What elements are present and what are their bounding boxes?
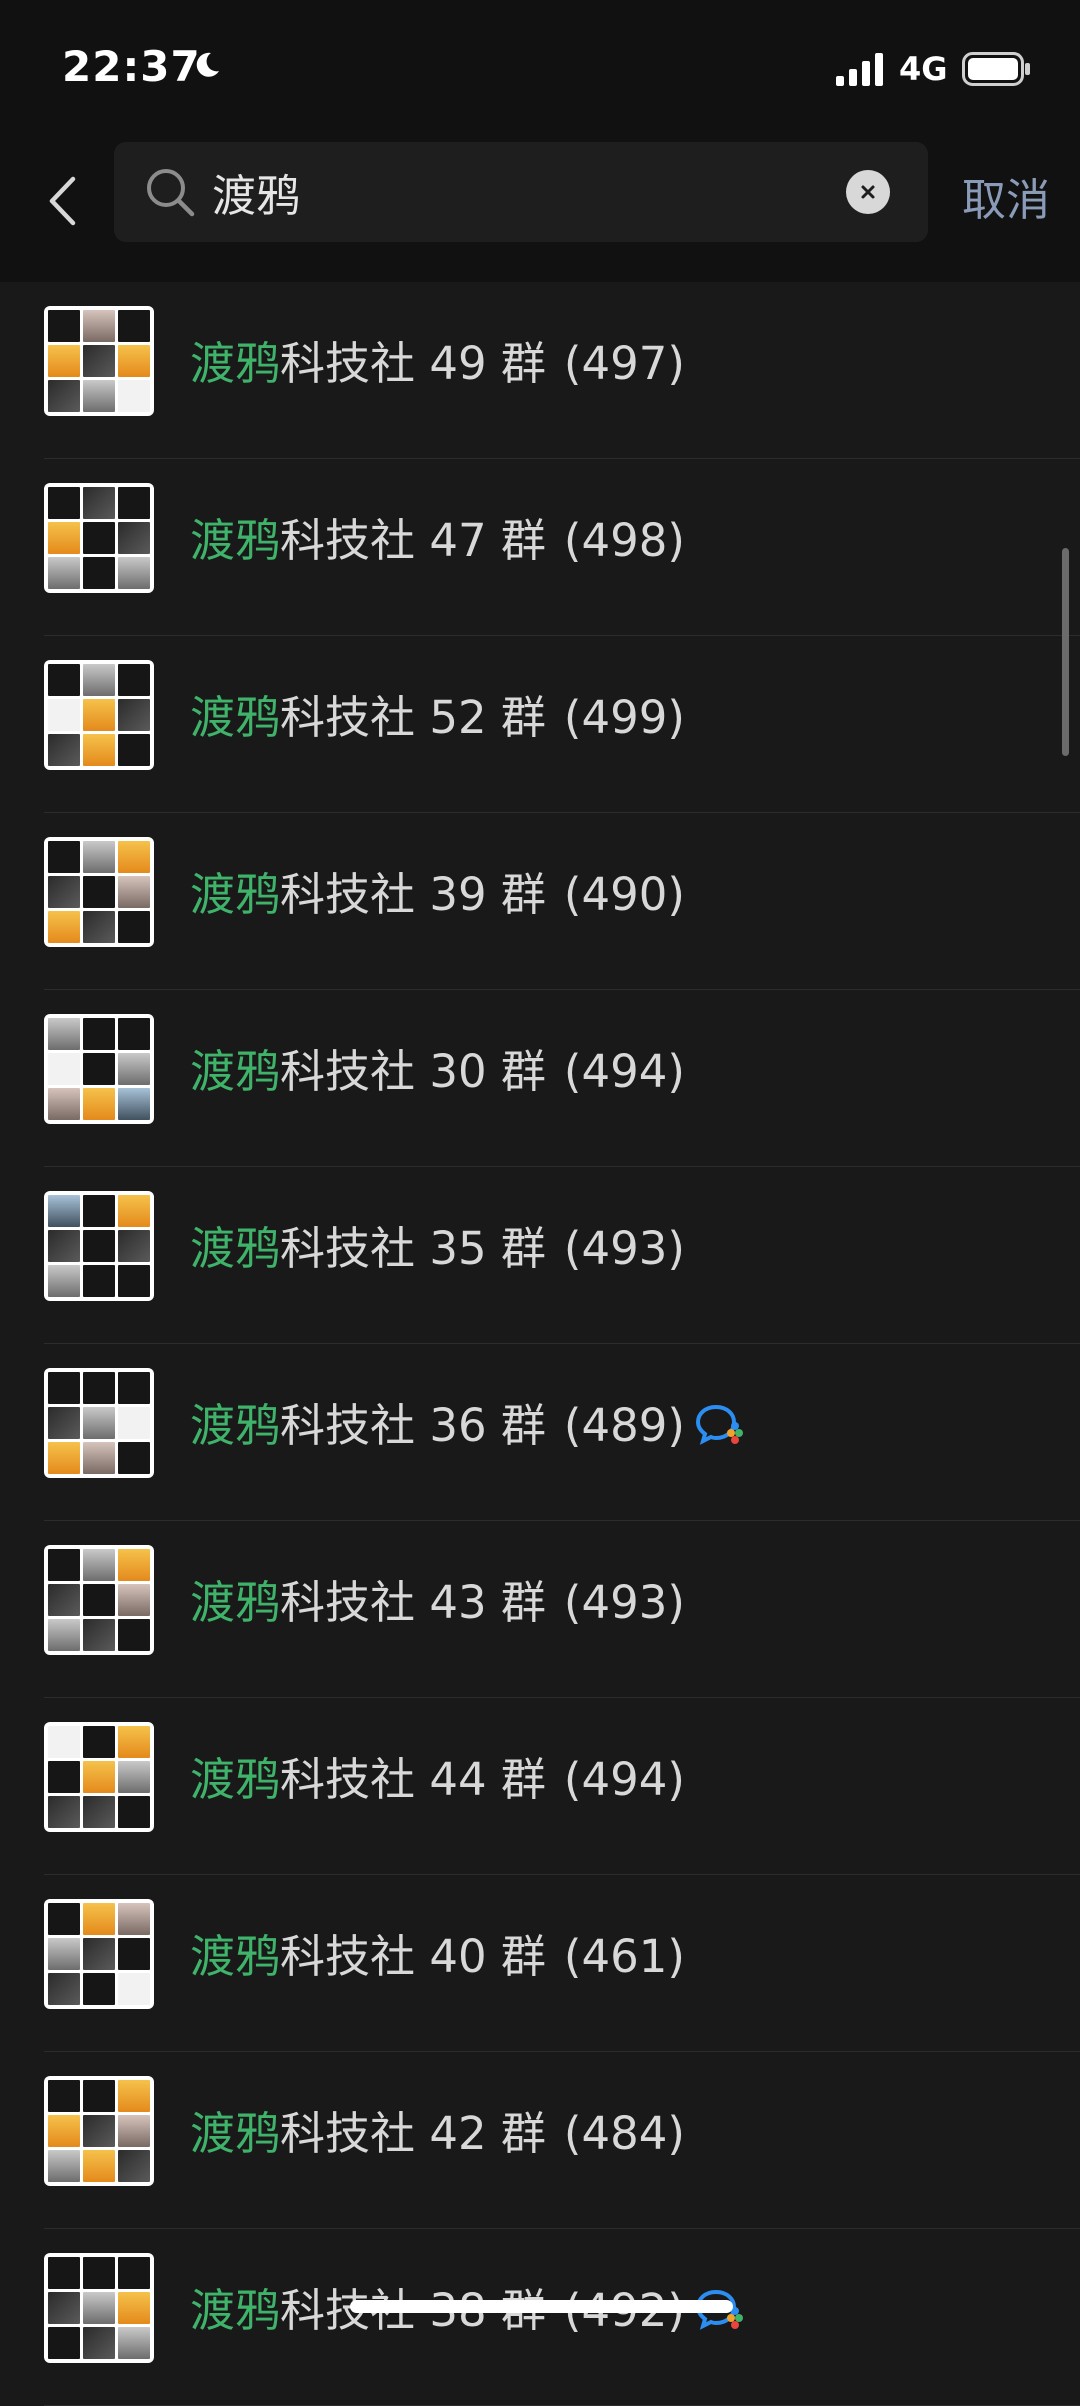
highlighted-keyword: 渡鸦 <box>190 1930 281 1983</box>
group-result-row[interactable]: 渡鸦科技社 49 群 (497) <box>0 282 1080 459</box>
group-name-text: 科技社 52 群 <box>280 691 546 744</box>
group-avatar <box>44 1545 154 1655</box>
group-avatar <box>44 2076 154 2186</box>
member-count: (494) <box>563 1045 685 1098</box>
highlighted-keyword: 渡鸦 <box>190 1399 281 1452</box>
search-input[interactable] <box>212 158 832 226</box>
group-result-row[interactable]: 渡鸦科技社 47 群 (498) <box>0 459 1080 636</box>
highlighted-keyword: 渡鸦 <box>190 1222 281 1275</box>
moon-icon <box>196 52 219 77</box>
group-name-text: 科技社 36 群 <box>280 1399 546 1452</box>
group-name: 渡鸦科技社 40 群 (461) <box>190 1927 685 1987</box>
member-count: (493) <box>563 1576 685 1629</box>
search-results-list: 渡鸦科技社 49 群 (497) 渡鸦科技社 47 群 (498) 渡鸦科技社 52… <box>0 282 1080 2406</box>
member-count: (498) <box>563 514 685 567</box>
status-bar: 22:37 4G <box>0 0 1080 140</box>
group-avatar <box>44 483 154 593</box>
member-count: (484) <box>563 2107 685 2160</box>
group-result-row[interactable]: 渡鸦科技社 52 群 (499) <box>0 636 1080 813</box>
member-count: (499) <box>563 691 685 744</box>
cancel-button[interactable]: 取消 <box>962 164 1050 228</box>
group-result-row[interactable]: 渡鸦科技社 39 群 (490) <box>0 813 1080 990</box>
back-icon <box>49 176 76 226</box>
group-avatar <box>44 1368 154 1478</box>
member-count: (490) <box>563 868 685 921</box>
search-box[interactable] <box>114 142 928 242</box>
group-name: 渡鸦科技社 39 群 (490) <box>190 865 685 925</box>
highlighted-keyword: 渡鸦 <box>190 691 281 744</box>
group-name: 渡鸦科技社 47 群 (498) <box>190 511 685 571</box>
group-name: 渡鸦科技社 36 群 (489) <box>190 1396 745 1456</box>
group-name: 渡鸦科技社 43 群 (493) <box>190 1573 685 1633</box>
group-avatar <box>44 1899 154 2009</box>
group-name-text: 科技社 44 群 <box>280 1753 546 1806</box>
group-name: 渡鸦科技社 44 群 (494) <box>190 1750 685 1810</box>
status-time: 22:37 <box>62 42 201 91</box>
group-name-text: 科技社 35 群 <box>280 1222 546 1275</box>
highlighted-keyword: 渡鸦 <box>190 337 281 390</box>
group-avatar <box>44 1722 154 1832</box>
group-name-text: 科技社 39 群 <box>280 868 546 921</box>
group-name: 渡鸦科技社 49 群 (497) <box>190 334 685 394</box>
group-result-row[interactable]: 渡鸦科技社 44 群 (494) <box>0 1698 1080 1875</box>
signal-icon <box>836 53 883 86</box>
group-result-row[interactable]: 渡鸦科技社 30 群 (494) <box>0 990 1080 1167</box>
group-name-text: 科技社 43 群 <box>280 1576 546 1629</box>
group-result-row[interactable]: 渡鸦科技社 40 群 (461) <box>0 1875 1080 2052</box>
highlighted-keyword: 渡鸦 <box>190 868 281 921</box>
group-name-text: 科技社 47 群 <box>280 514 546 567</box>
group-name: 渡鸦科技社 52 群 (499) <box>190 688 685 748</box>
member-count: (461) <box>563 1930 685 1983</box>
group-result-row[interactable]: 渡鸦科技社 42 群 (484) <box>0 2052 1080 2229</box>
highlighted-keyword: 渡鸦 <box>190 1576 281 1629</box>
member-count: (489) <box>563 1399 685 1452</box>
group-result-row[interactable]: 渡鸦科技社 38 群(492) <box>0 2229 1080 2406</box>
search-icon <box>147 169 195 217</box>
group-result-row[interactable]: 渡鸦科技社 36 群 (489) <box>0 1344 1080 1521</box>
group-avatar <box>44 1191 154 1301</box>
home-indicator[interactable] <box>350 2300 733 2313</box>
group-avatar <box>44 837 154 947</box>
group-name-text: 科技社 40 群 <box>280 1930 546 1983</box>
group-result-row[interactable]: 渡鸦科技社 35 群 (493) <box>0 1167 1080 1344</box>
highlighted-keyword: 渡鸦 <box>190 514 281 567</box>
group-result-row[interactable]: 渡鸦科技社 43 群 (493) <box>0 1521 1080 1698</box>
member-count: (497) <box>563 337 685 390</box>
battery-icon <box>962 52 1030 86</box>
group-name-text: 科技社 30 群 <box>280 1045 546 1098</box>
search-header: 取消 <box>0 140 1080 282</box>
group-name: 渡鸦科技社 35 群 (493) <box>190 1219 685 1279</box>
group-avatar <box>44 2253 154 2363</box>
group-avatar <box>44 660 154 770</box>
highlighted-keyword: 渡鸦 <box>190 2284 281 2337</box>
network-type: 4G <box>899 50 948 88</box>
group-name-text: 科技社 42 群 <box>280 2107 546 2160</box>
group-avatar <box>44 306 154 416</box>
enterprise-chat-icon <box>695 1404 743 1445</box>
member-count: (494) <box>563 1753 685 1806</box>
group-avatar <box>44 1014 154 1124</box>
highlighted-keyword: 渡鸦 <box>190 1045 281 1098</box>
scroll-indicator[interactable] <box>1062 548 1069 756</box>
highlighted-keyword: 渡鸦 <box>190 1753 281 1806</box>
highlighted-keyword: 渡鸦 <box>190 2107 281 2160</box>
back-button[interactable] <box>38 166 86 236</box>
clear-search-button[interactable] <box>846 170 890 214</box>
group-name: 渡鸦科技社 42 群 (484) <box>190 2104 685 2164</box>
group-name: 渡鸦科技社 30 群 (494) <box>190 1042 685 1102</box>
group-name-text: 科技社 49 群 <box>280 337 546 390</box>
clear-icon <box>861 185 875 199</box>
member-count: (493) <box>563 1222 685 1275</box>
